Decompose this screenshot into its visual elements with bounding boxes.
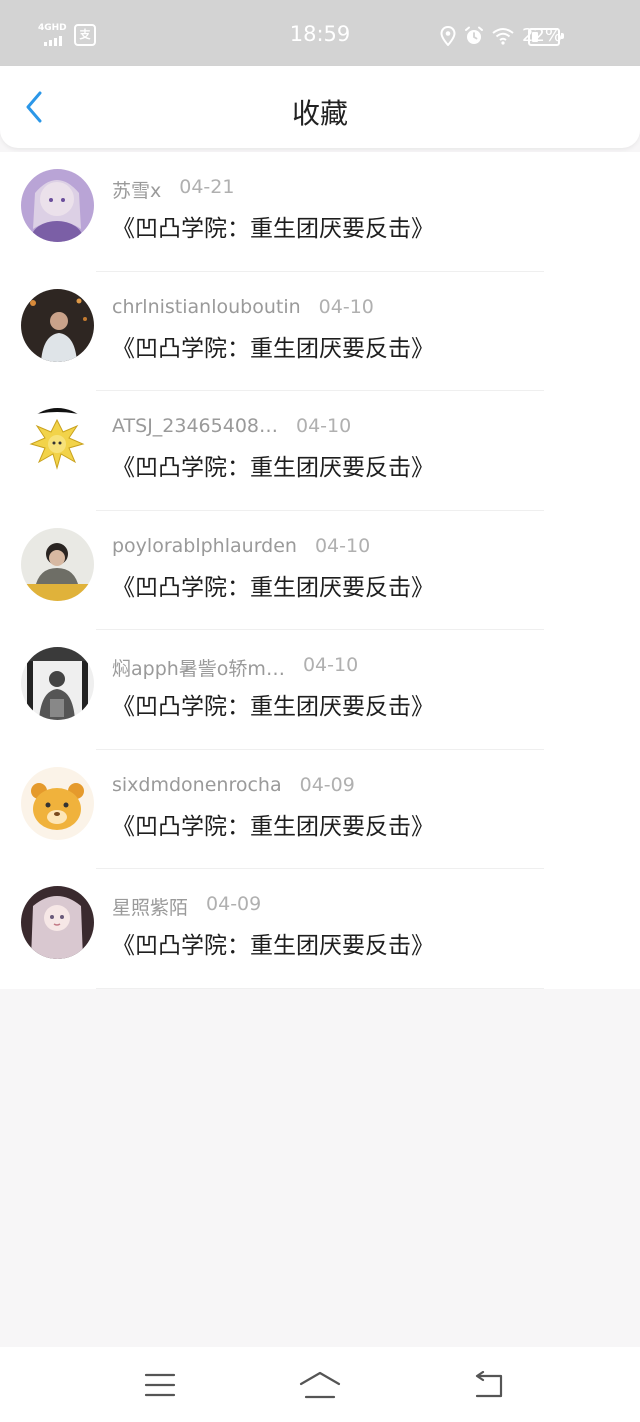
status-bar: 4GHD 支 18:59 22% [0, 0, 640, 66]
list-item-meta: sixdmdonenrocha 04-09 [112, 774, 355, 800]
avatar[interactable] [21, 288, 94, 362]
list-item[interactable]: sixdmdonenrocha 04-09 《凹凸学院：重生团厌要反击》 [0, 750, 640, 869]
date: 04-10 [314, 534, 371, 557]
page-header: 收藏 [0, 66, 640, 148]
avatar[interactable] [21, 766, 94, 840]
home-button[interactable] [298, 1367, 342, 1403]
username: poylorablphlaurden [112, 534, 297, 557]
list-item-meta: 焖apph暑訾o轿m… 04-10 [112, 654, 358, 680]
work-title: 《凹凸学院：重生团厌要反击》 [112, 813, 434, 840]
system-nav-bar [0, 1347, 640, 1422]
avatar[interactable] [21, 169, 94, 242]
avatar[interactable] [21, 408, 94, 481]
work-title: 《凹凸学院：重生团厌要反击》 [112, 216, 434, 242]
favorites-list: 苏雪x 04-21 《凹凸学院：重生团厌要反击》 chrlnistianloub… [0, 152, 640, 989]
list-item-meta: poylorablphlaurden 04-10 [112, 535, 370, 561]
list-item-meta: 苏雪x 04-21 [112, 176, 234, 202]
date: 04-10 [302, 654, 359, 676]
username: 焖apph暑訾o轿m… [112, 658, 285, 680]
list-item[interactable]: chrlnistianlouboutin 04-10 《凹凸学院：重生团厌要反击… [0, 272, 640, 391]
list-item-meta: 星照紫陌 04-09 [112, 893, 261, 919]
username: ATSJ_23465408… [112, 415, 278, 437]
wifi-icon [492, 27, 514, 45]
date: 04-10 [318, 295, 374, 318]
list-item-meta: ATSJ_23465408… 04-10 [112, 415, 351, 441]
avatar[interactable] [21, 886, 94, 959]
list-item[interactable]: ATSJ_23465408… 04-10 《凹凸学院：重生团厌要反击》 [0, 391, 640, 511]
list-item[interactable]: 星照紫陌 04-09 《凹凸学院：重生团厌要反击》 [0, 869, 640, 989]
date: 04-21 [179, 176, 235, 198]
back-nav-button[interactable] [466, 1367, 510, 1403]
username: chrlnistianlouboutin [112, 295, 301, 318]
home-icon [299, 1371, 341, 1399]
menu-icon [144, 1373, 176, 1397]
list-item[interactable]: 焖apph暑訾o轿m… 04-10 《凹凸学院：重生团厌要反击》 [0, 630, 640, 750]
battery-icon [528, 28, 564, 46]
menu-button[interactable] [138, 1367, 182, 1403]
work-title: 《凹凸学院：重生团厌要反击》 [112, 455, 434, 481]
avatar[interactable] [21, 647, 94, 720]
list-item[interactable]: 苏雪x 04-21 《凹凸学院：重生团厌要反击》 [0, 152, 640, 272]
divider [96, 987, 544, 989]
work-title: 《凹凸学院：重生团厌要反击》 [112, 933, 434, 959]
work-title: 《凹凸学院：重生团厌要反击》 [112, 335, 434, 362]
work-title: 《凹凸学院：重生团厌要反击》 [112, 574, 434, 601]
username: 星照紫陌 [112, 897, 189, 919]
location-icon [440, 25, 456, 46]
date: 04-09 [299, 773, 355, 796]
list-item-meta: chrlnistianlouboutin 04-10 [112, 296, 374, 322]
alarm-icon [464, 26, 483, 44]
page-title: 收藏 [291, 97, 348, 130]
username: 苏雪x [112, 180, 162, 202]
return-icon [475, 1371, 503, 1398]
list-item[interactable]: poylorablphlaurden 04-10 《凹凸学院：重生团厌要反击》 [0, 511, 640, 630]
date: 04-09 [206, 893, 262, 915]
work-title: 《凹凸学院：重生团厌要反击》 [112, 694, 434, 720]
avatar[interactable] [21, 527, 94, 601]
date: 04-10 [296, 415, 352, 437]
username: sixdmdonenrocha [112, 773, 282, 796]
